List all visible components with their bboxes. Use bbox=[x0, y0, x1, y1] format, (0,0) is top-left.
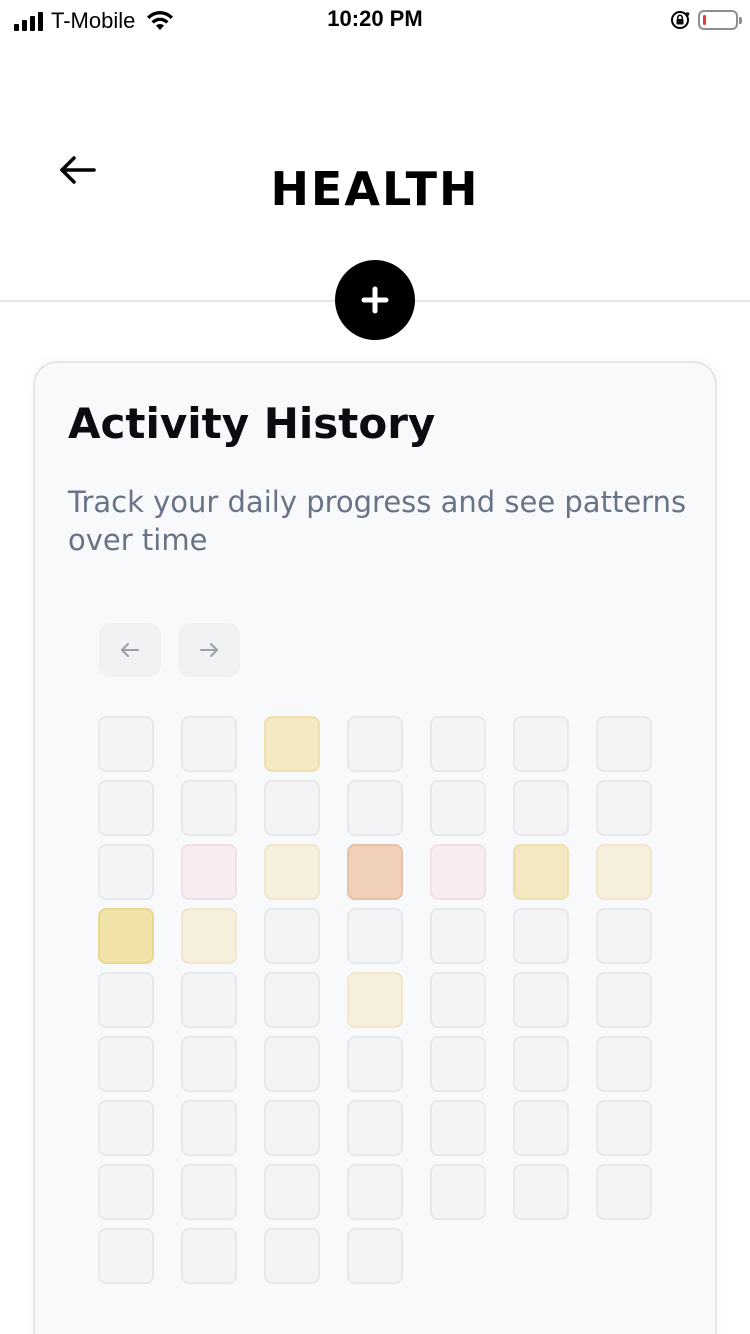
calendar-day-cell[interactable] bbox=[596, 972, 652, 1028]
calendar-day-cell[interactable] bbox=[596, 908, 652, 964]
calendar-day-cell[interactable] bbox=[181, 972, 237, 1028]
calendar-day-cell[interactable] bbox=[347, 716, 403, 772]
card-description: Track your daily progress and see patter… bbox=[68, 485, 687, 557]
calendar-day-cell[interactable] bbox=[596, 1164, 652, 1220]
calendar-day-cell[interactable] bbox=[98, 780, 154, 836]
calendar-day-cell[interactable] bbox=[513, 844, 569, 900]
calendar-day-cell[interactable] bbox=[596, 844, 652, 900]
calendar-day-cell[interactable] bbox=[513, 1100, 569, 1156]
calendar-day-cell[interactable] bbox=[98, 972, 154, 1028]
rotation-lock-icon bbox=[671, 11, 690, 29]
page-title: HEALTH bbox=[270, 162, 480, 216]
calendar-day-cell[interactable] bbox=[513, 1164, 569, 1220]
calendar-day-cell[interactable] bbox=[98, 844, 154, 900]
calendar-day-cell[interactable] bbox=[264, 1036, 320, 1092]
activity-calendar-grid bbox=[98, 716, 652, 1284]
calendar-day-cell[interactable] bbox=[98, 716, 154, 772]
status-right bbox=[670, 8, 742, 32]
calendar-day-cell[interactable] bbox=[181, 908, 237, 964]
calendar-day-cell[interactable] bbox=[430, 972, 486, 1028]
calendar-day-cell[interactable] bbox=[347, 780, 403, 836]
calendar-day-cell[interactable] bbox=[347, 1100, 403, 1156]
add-button[interactable] bbox=[335, 260, 415, 340]
calendar-day-cell[interactable] bbox=[347, 1036, 403, 1092]
calendar-day-cell[interactable] bbox=[513, 716, 569, 772]
activity-history-card: Activity History Track your daily progre… bbox=[33, 361, 717, 1334]
status-time: 10:20 PM bbox=[327, 6, 423, 31]
calendar-day-cell[interactable] bbox=[98, 1164, 154, 1220]
card-title: Activity History bbox=[68, 399, 436, 448]
calendar-day-cell[interactable] bbox=[430, 844, 486, 900]
calendar-day-cell[interactable] bbox=[98, 908, 154, 964]
battery-level bbox=[703, 15, 706, 25]
calendar-day-cell[interactable] bbox=[347, 908, 403, 964]
calendar-day-cell[interactable] bbox=[430, 1164, 486, 1220]
calendar-day-cell[interactable] bbox=[98, 1036, 154, 1092]
calendar-day-cell[interactable] bbox=[596, 1036, 652, 1092]
calendar-day-cell[interactable] bbox=[430, 780, 486, 836]
calendar-day-cell[interactable] bbox=[430, 1036, 486, 1092]
calendar-day-cell[interactable] bbox=[181, 780, 237, 836]
calendar-day-cell[interactable] bbox=[98, 1228, 154, 1284]
previous-period-button[interactable] bbox=[99, 623, 161, 677]
calendar-day-cell[interactable] bbox=[596, 780, 652, 836]
calendar-day-cell[interactable] bbox=[347, 844, 403, 900]
calendar-day-cell[interactable] bbox=[430, 1100, 486, 1156]
arrow-left-icon bbox=[121, 643, 139, 657]
calendar-day-cell[interactable] bbox=[181, 1164, 237, 1220]
calendar-day-cell[interactable] bbox=[181, 844, 237, 900]
calendar-day-cell[interactable] bbox=[181, 716, 237, 772]
calendar-day-cell[interactable] bbox=[347, 972, 403, 1028]
calendar-day-cell[interactable] bbox=[264, 844, 320, 900]
calendar-day-cell[interactable] bbox=[513, 1036, 569, 1092]
health-screen: T-Mobile 10:20 PM HEALTH Activity Histor… bbox=[0, 0, 750, 1334]
calendar-day-cell[interactable] bbox=[181, 1036, 237, 1092]
calendar-day-cell[interactable] bbox=[513, 908, 569, 964]
calendar-day-cell[interactable] bbox=[264, 1100, 320, 1156]
calendar-day-cell[interactable] bbox=[264, 1228, 320, 1284]
calendar-day-cell[interactable] bbox=[347, 1164, 403, 1220]
calendar-day-cell[interactable] bbox=[347, 1228, 403, 1284]
calendar-day-cell[interactable] bbox=[264, 1164, 320, 1220]
calendar-day-cell[interactable] bbox=[264, 780, 320, 836]
arrow-right-icon bbox=[200, 643, 218, 657]
calendar-day-cell[interactable] bbox=[596, 1100, 652, 1156]
calendar-day-cell[interactable] bbox=[513, 780, 569, 836]
next-period-button[interactable] bbox=[178, 623, 240, 677]
calendar-day-cell[interactable] bbox=[430, 716, 486, 772]
calendar-day-cell[interactable] bbox=[264, 908, 320, 964]
calendar-day-cell[interactable] bbox=[264, 716, 320, 772]
calendar-day-cell[interactable] bbox=[98, 1100, 154, 1156]
calendar-day-cell[interactable] bbox=[181, 1228, 237, 1284]
calendar-day-cell[interactable] bbox=[596, 716, 652, 772]
status-bar: T-Mobile 10:20 PM bbox=[0, 0, 750, 40]
calendar-day-cell[interactable] bbox=[513, 972, 569, 1028]
plus-icon bbox=[361, 286, 389, 314]
calendar-day-cell[interactable] bbox=[181, 1100, 237, 1156]
battery-icon bbox=[698, 10, 742, 30]
calendar-day-cell[interactable] bbox=[264, 972, 320, 1028]
calendar-day-cell[interactable] bbox=[430, 908, 486, 964]
